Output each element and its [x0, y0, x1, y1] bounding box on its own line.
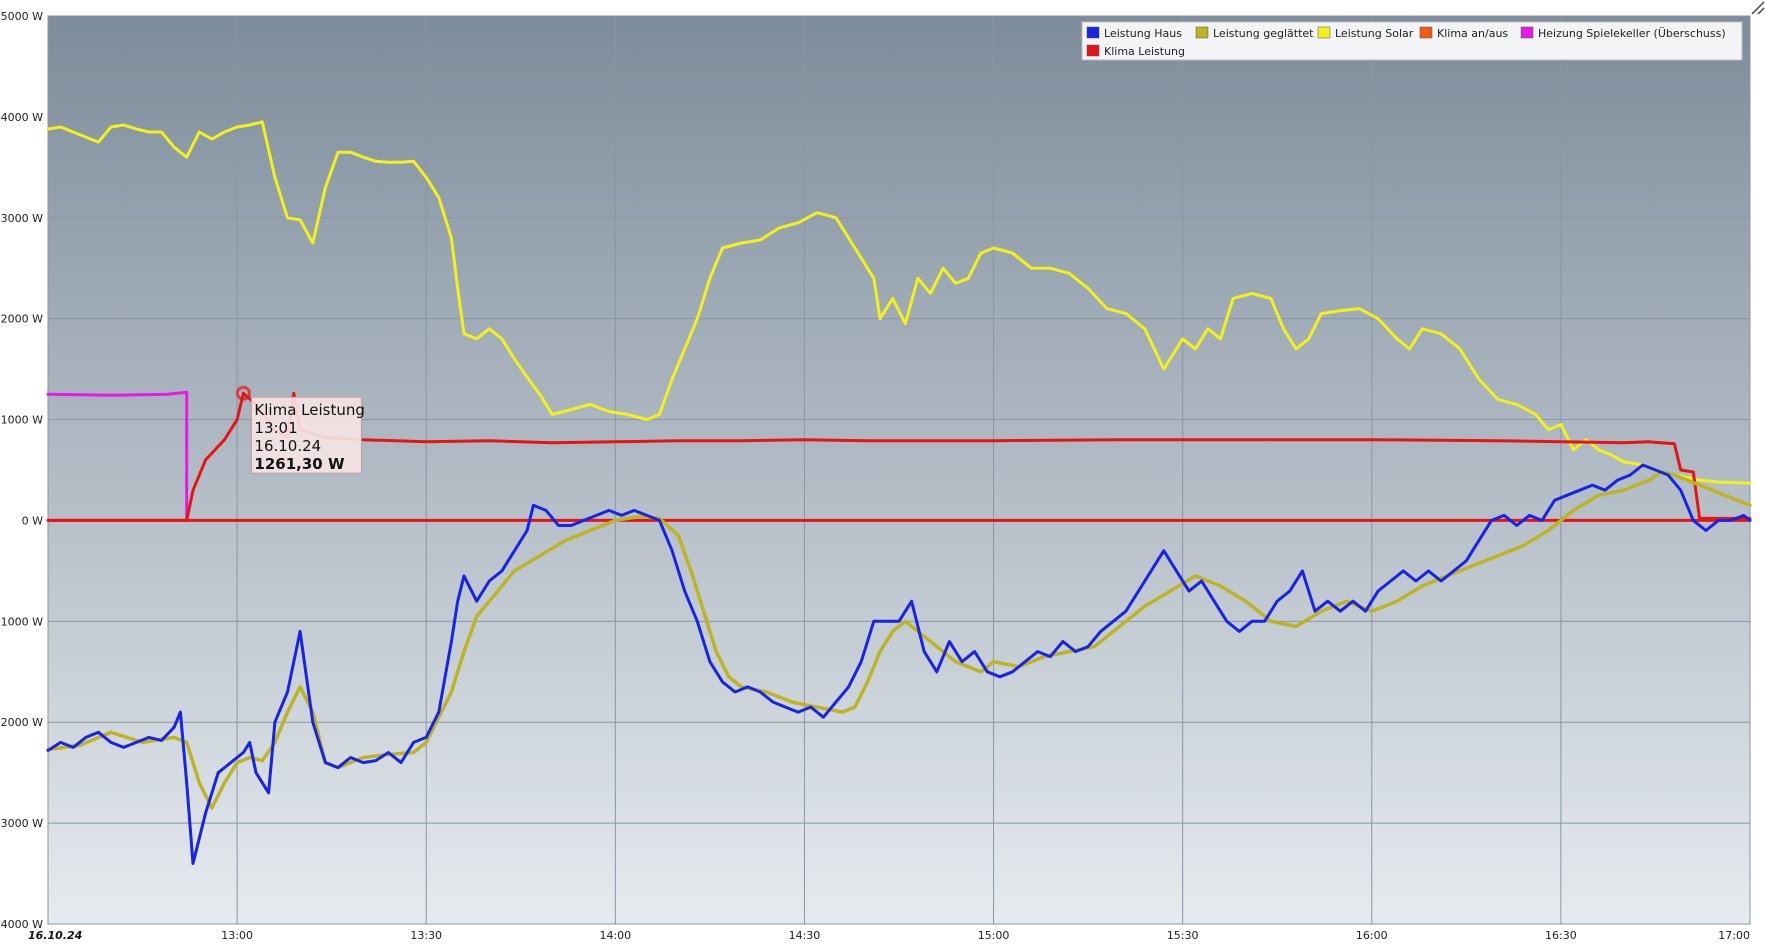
legend[interactable]: Leistung Haus Leistung geglättet Leistung … — [1081, 21, 1743, 61]
tooltip-date: 16.10.24 — [254, 437, 321, 455]
tooltip-value: 1261,30 W — [254, 455, 345, 473]
legend-swatch — [1086, 44, 1100, 57]
tooltip: Klima Leistung13:0116.10.241261,30 W — [235, 385, 365, 474]
legend-label: Leistung geglättet — [1213, 27, 1314, 40]
x-tick-label: 13:30 — [410, 929, 442, 942]
legend-swatch — [1317, 26, 1331, 39]
y-tick-label: 5000 W — [1, 10, 43, 23]
y-tick-label: 4000 W — [1, 111, 43, 124]
x-tick-label: 16.10.24 — [28, 929, 82, 942]
y-tick-label: 1000 W — [1, 414, 43, 427]
legend-item[interactable]: Heizung Spielekeller (Überschuss) — [1520, 26, 1726, 40]
x-tick-label: 15:00 — [978, 929, 1010, 942]
y-tick-label: 2000 W — [1, 313, 43, 326]
y-tick-label: 0 W — [22, 514, 43, 527]
legend-label: Leistung Haus — [1104, 27, 1182, 40]
x-tick-label: 13:00 — [221, 929, 253, 942]
x-tick-label: 17:00 — [1718, 929, 1750, 942]
line-chart: -4000 W-3000 W-2000 W-1000 W0 W1000 W200… — [0, 1, 1765, 942]
legend-swatch — [1419, 26, 1433, 39]
x-tick-label: 15:30 — [1167, 929, 1199, 942]
y-tick-label: 3000 W — [1, 212, 43, 225]
x-tick-label: 16:30 — [1545, 929, 1577, 942]
y-tick-label: -2000 W — [0, 716, 43, 729]
legend-label: Heizung Spielekeller (Überschuss) — [1538, 27, 1726, 40]
x-tick-label: 16:00 — [1356, 929, 1388, 942]
legend-swatch — [1520, 26, 1534, 39]
x-axis: 16.10.24 13:00 13:30 14:00 14:30 15:00 15:30 16… — [28, 929, 1750, 942]
y-tick-label: -3000 W — [0, 817, 43, 830]
legend-label: Klima Leistung — [1104, 45, 1185, 58]
y-axis: -4000 W-3000 W-2000 W-1000 W0 W1000 W200… — [0, 10, 43, 931]
legend-label: Leistung Solar — [1335, 27, 1414, 40]
tooltip-series: Klima Leistung — [254, 401, 364, 419]
x-tick-label: 14:00 — [599, 929, 631, 942]
legend-item[interactable]: Leistung geglättet — [1195, 26, 1314, 40]
resize-corner-icon[interactable] — [1751, 1, 1765, 15]
legend-label: Klima an/aus — [1437, 27, 1508, 40]
tooltip-time: 13:01 — [254, 419, 297, 437]
legend-swatch — [1086, 26, 1100, 39]
legend-swatch — [1195, 26, 1209, 39]
x-tick-label: 14:30 — [789, 929, 821, 942]
y-tick-label: -1000 W — [0, 615, 43, 628]
